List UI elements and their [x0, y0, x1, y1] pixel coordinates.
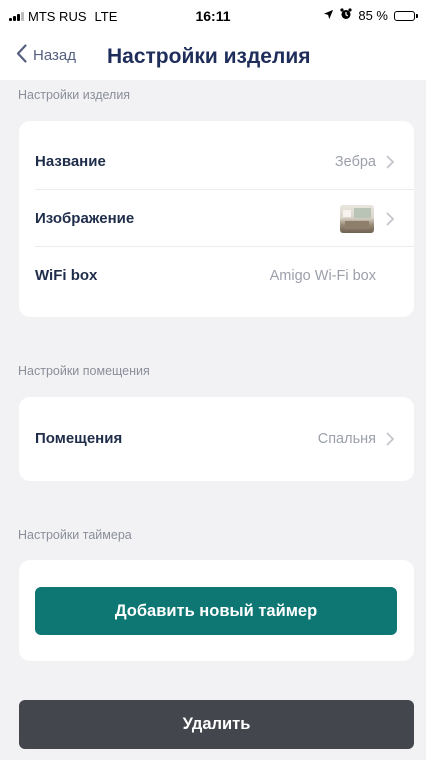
navigation-bar: Назад Настройки изделия	[0, 34, 426, 80]
section-header-product: Настройки изделия	[18, 88, 131, 102]
room-settings-card: Помещения Спальня	[19, 397, 414, 481]
back-button[interactable]: Назад	[16, 44, 76, 67]
row-rooms-value: Спальня	[317, 430, 376, 447]
product-image-thumbnail	[340, 204, 374, 233]
back-button-label: Назад	[33, 47, 76, 64]
battery-icon	[394, 10, 418, 21]
row-rooms[interactable]: Помещения Спальня	[35, 410, 414, 467]
page-title: Настройки изделия	[107, 45, 311, 68]
alarm-icon	[340, 8, 352, 23]
row-wifi-box-value: Amigo Wi-Fi box	[269, 267, 376, 284]
location-arrow-icon	[323, 8, 334, 23]
row-image-label: Изображение	[35, 210, 135, 227]
chevron-left-icon	[16, 44, 33, 67]
section-header-timer: Настройки таймера	[18, 528, 132, 542]
status-right: 85 %	[323, 8, 418, 23]
battery-percent: 85 %	[358, 8, 388, 23]
row-wifi-box-label: WiFi box	[35, 267, 98, 284]
product-settings-card: Название Зебра Изображение WiFi box Amig…	[19, 121, 414, 317]
timer-settings-card: Добавить новый таймер	[19, 560, 414, 661]
row-name-value: Зебра	[334, 153, 376, 170]
chevron-right-icon	[386, 212, 398, 226]
add-timer-button[interactable]: Добавить новый таймер	[35, 587, 397, 635]
chevron-right-icon	[386, 432, 398, 446]
row-wifi-box: WiFi box Amigo Wi-Fi box	[35, 247, 414, 304]
section-header-room: Настройки помещения	[18, 364, 150, 378]
status-bar: MTS RUS LTE 16:11 85 %	[0, 0, 426, 34]
row-name[interactable]: Название Зебра	[35, 133, 414, 190]
row-name-label: Название	[35, 153, 106, 170]
row-rooms-label: Помещения	[35, 430, 123, 447]
row-image[interactable]: Изображение	[35, 190, 414, 247]
chevron-right-icon	[386, 155, 398, 169]
delete-button[interactable]: Удалить	[19, 700, 414, 749]
